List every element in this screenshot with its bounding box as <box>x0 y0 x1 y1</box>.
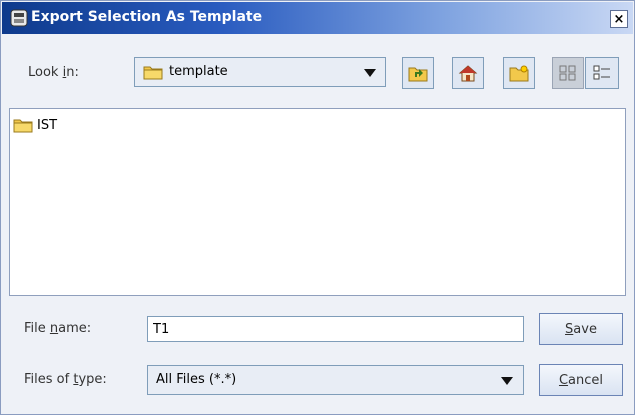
close-button[interactable]: × <box>610 10 628 28</box>
close-icon: × <box>613 11 625 27</box>
save-button[interactable]: Save <box>539 313 623 345</box>
export-dialog: Export Selection As Template × Look in: … <box>0 0 635 415</box>
folder-icon <box>13 119 33 133</box>
file-name-label: File name: <box>24 321 91 336</box>
list-view-icon <box>559 65 576 81</box>
file-type-label-post: ype: <box>78 372 107 387</box>
cancel-mnemonic: C <box>558 372 569 388</box>
file-type-value: All Files (*.*) <box>156 372 237 387</box>
look-in-value: template <box>169 64 228 79</box>
look-in-dropdown[interactable]: template <box>134 57 386 87</box>
folder-icon <box>143 66 163 80</box>
file-item-name: IST <box>37 118 58 133</box>
file-name-label-post: ame: <box>58 321 92 336</box>
cancel-label: ancel <box>568 372 604 388</box>
save-label: ave <box>573 321 597 337</box>
details-view-button[interactable] <box>585 57 619 89</box>
up-one-level-icon <box>408 67 428 82</box>
file-name-input[interactable] <box>147 316 524 342</box>
save-mnemonic: S <box>565 321 574 337</box>
file-name-mnemonic: n <box>49 321 59 336</box>
chevron-down-icon[interactable] <box>496 374 518 388</box>
app-icon <box>10 9 28 27</box>
dialog-title: Export Selection As Template <box>31 9 263 25</box>
look-in-label: Look in: <box>28 65 79 80</box>
chevron-down-icon[interactable] <box>359 66 381 80</box>
new-folder-icon <box>509 65 529 82</box>
home-icon <box>458 65 478 82</box>
look-in-label-post: n: <box>66 65 79 80</box>
up-one-level-button[interactable] <box>402 57 434 89</box>
file-type-label-pre: Files of <box>24 372 74 387</box>
cancel-button[interactable]: Cancel <box>539 364 623 396</box>
file-list[interactable]: IST <box>9 108 626 296</box>
file-type-label: Files of type: <box>24 372 107 387</box>
file-name-label-pre: File <box>24 321 50 336</box>
new-folder-button[interactable] <box>503 57 535 89</box>
look-in-label-pre: Look <box>28 65 63 80</box>
home-button[interactable] <box>452 57 484 89</box>
list-view-button[interactable] <box>552 57 584 89</box>
file-type-dropdown[interactable]: All Files (*.*) <box>147 365 524 395</box>
details-view-icon <box>593 65 610 80</box>
title-bar[interactable]: Export Selection As Template × <box>2 2 633 34</box>
